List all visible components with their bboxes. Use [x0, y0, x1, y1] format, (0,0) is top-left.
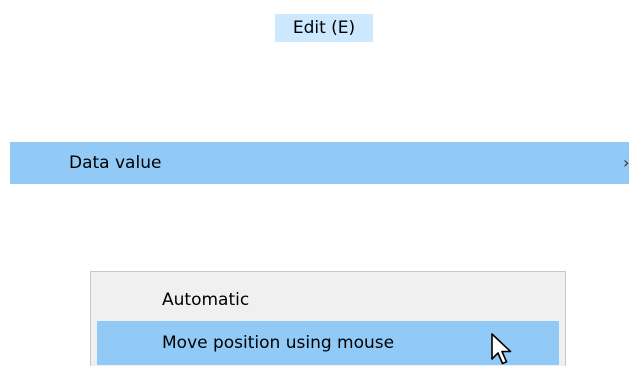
menu-edit-label: Edit (E)	[292, 18, 356, 38]
menu-item-automatic-label: Automatic	[162, 290, 250, 310]
chevron-right-icon: ›	[623, 153, 629, 172]
arrow-pointer-icon	[491, 333, 512, 365]
menu-item-move-position-label: Move position using mouse	[162, 333, 395, 353]
menu-item-data-value-label: Data value	[69, 153, 162, 173]
menu-item-automatic[interactable]: Automatic	[97, 278, 559, 322]
menu-edit[interactable]: Edit (E)	[275, 14, 373, 42]
screen: Edit (E) Data value › Automatic Move pos…	[0, 0, 629, 366]
menu-item-data-value[interactable]: Data value ›	[10, 142, 629, 184]
